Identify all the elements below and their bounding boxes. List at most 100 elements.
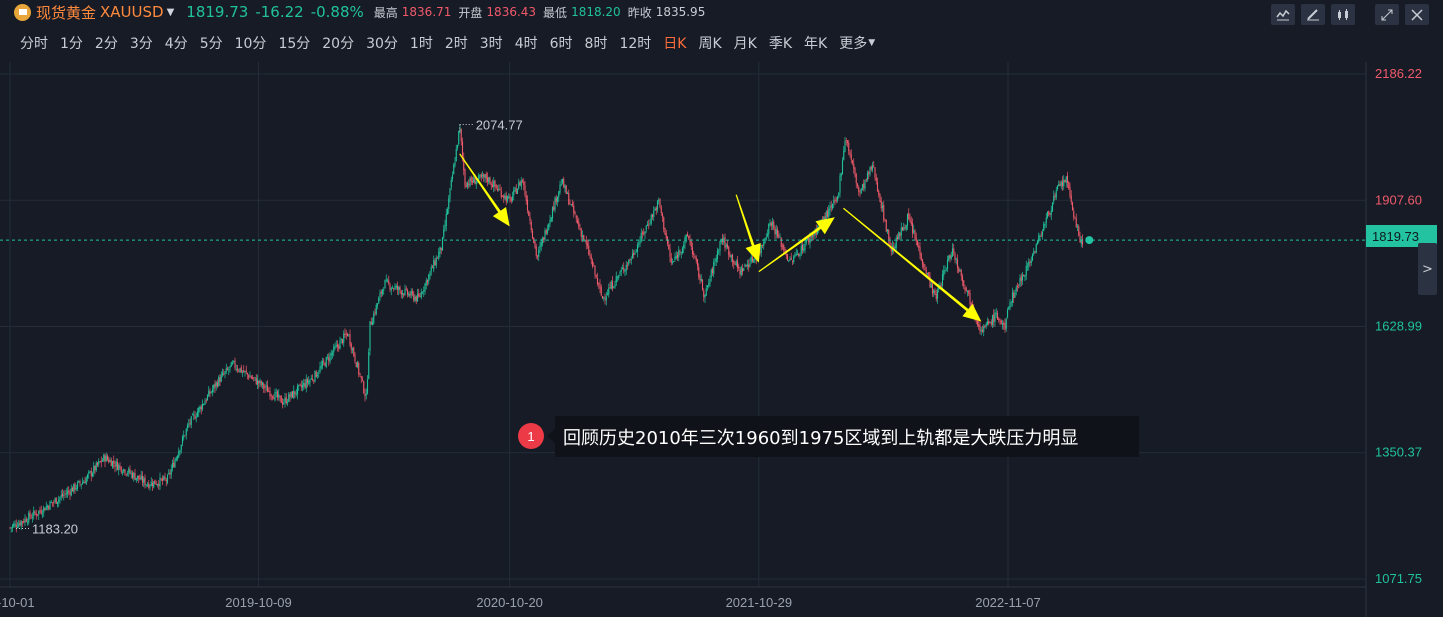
tab-period[interactable]: 20分 <box>322 33 354 53</box>
candle-body <box>314 370 316 382</box>
close-icon[interactable] <box>1405 4 1429 25</box>
candle-body <box>168 473 170 474</box>
candle-body <box>1000 320 1002 325</box>
candle-body <box>810 236 812 238</box>
tab-period[interactable]: 日K <box>663 33 686 53</box>
candlestick-chart[interactable]: 2186.22 1907.60 1628.99 1350.37 1071.75 -10-0… <box>0 62 1443 617</box>
candle-body <box>845 140 847 142</box>
candle-body <box>123 468 125 472</box>
candle-body <box>299 384 301 386</box>
tab-period[interactable]: 月K <box>734 33 757 53</box>
tab-period[interactable]: 年K <box>804 33 827 53</box>
candle-body <box>576 219 579 223</box>
candle-body <box>934 290 936 295</box>
candle-body <box>675 256 677 259</box>
tab-period[interactable]: 4时 <box>515 33 538 53</box>
tab-period[interactable]: 6时 <box>550 33 573 53</box>
candle-body <box>471 181 474 183</box>
indicator-icon[interactable] <box>1271 4 1295 25</box>
candle-body <box>24 518 26 523</box>
candle-body <box>484 174 486 178</box>
more-chevron-down-icon[interactable]: ▼ <box>868 38 875 53</box>
candle-body <box>490 183 492 185</box>
candle-body <box>625 264 627 271</box>
candle-body <box>935 294 937 300</box>
tab-period[interactable]: 5分 <box>200 33 223 53</box>
candle-body <box>138 475 140 480</box>
tab-period[interactable]: 3时 <box>480 33 503 53</box>
candle-body <box>999 320 1001 322</box>
chart-canvas[interactable]: 2186.22 1907.60 1628.99 1350.37 1071.75 -10-0… <box>0 62 1443 617</box>
tab-period[interactable]: 分时 <box>20 33 48 53</box>
candle-body <box>589 254 591 257</box>
candle-body <box>851 160 854 164</box>
tab-period[interactable]: 1时 <box>410 33 433 53</box>
annotation-badge[interactable]: 1 <box>518 423 544 449</box>
candle-body <box>840 173 842 177</box>
candle-body <box>223 373 225 375</box>
tab-period[interactable]: 周K <box>698 33 721 53</box>
candle-body <box>691 247 694 255</box>
y-tick-label: 2186.22 <box>1375 66 1422 81</box>
candle-body <box>606 293 609 296</box>
tab-period[interactable]: 8时 <box>585 33 608 53</box>
candle-body <box>765 237 767 240</box>
candle-body <box>74 483 76 490</box>
candle-body <box>428 274 430 282</box>
candle-body <box>1034 251 1036 253</box>
candle-body <box>273 398 275 400</box>
candle-body <box>665 233 667 239</box>
candle-body <box>454 161 456 166</box>
candle-body <box>321 361 324 367</box>
candle-body <box>530 221 532 231</box>
candle-body <box>729 254 731 258</box>
draw-icon[interactable] <box>1301 4 1325 25</box>
symbol-code[interactable]: XAUUSD <box>100 3 164 21</box>
candle-body <box>915 237 917 242</box>
candle-body <box>586 243 589 246</box>
tab-period[interactable]: 3分 <box>130 33 153 53</box>
candle-body <box>121 472 124 474</box>
candle-body <box>400 290 402 295</box>
tab-period[interactable]: 1分 <box>60 33 83 53</box>
symbol-name[interactable]: 现货黄金 <box>36 2 96 23</box>
candle-body <box>153 481 155 488</box>
candle-body <box>129 469 131 474</box>
candle-body <box>781 245 784 247</box>
tab-period[interactable]: 30分 <box>366 33 398 53</box>
candle-body <box>453 164 455 175</box>
tab-period[interactable]: 2分 <box>95 33 118 53</box>
expand-icon[interactable] <box>1375 4 1399 25</box>
candle-body <box>179 450 181 453</box>
chevron-right-icon[interactable]: > <box>1418 243 1437 295</box>
candle-body <box>475 181 477 185</box>
candle-body <box>333 346 335 353</box>
candle-body <box>684 237 686 244</box>
candle-body <box>1055 190 1057 198</box>
candle-body <box>294 391 296 395</box>
candle-body <box>643 232 645 235</box>
tab-period[interactable]: 4分 <box>165 33 188 53</box>
candle-body <box>134 473 136 480</box>
candle-style-icon[interactable] <box>1331 4 1355 25</box>
tab-period[interactable]: 2时 <box>445 33 468 53</box>
candle-body <box>635 251 637 253</box>
candle-body <box>336 344 339 347</box>
candle-body <box>670 257 672 263</box>
chevron-down-icon[interactable]: ▼ <box>167 7 175 18</box>
candle-body <box>578 221 580 227</box>
candle-body <box>1058 183 1060 187</box>
candle-body <box>760 245 762 253</box>
candle-body <box>106 456 109 460</box>
tab-period[interactable]: 季K <box>769 33 792 53</box>
candle-body <box>94 465 96 471</box>
candle-body <box>210 391 212 393</box>
tab-period[interactable]: 15分 <box>278 33 310 53</box>
tab-period[interactable]: 12时 <box>619 33 651 53</box>
candle-body <box>709 278 711 284</box>
candle-body <box>914 231 916 239</box>
candle-body <box>366 379 369 394</box>
tab-period[interactable]: 更多 <box>839 33 867 53</box>
candle-body <box>348 334 350 336</box>
tab-period[interactable]: 10分 <box>235 33 267 53</box>
